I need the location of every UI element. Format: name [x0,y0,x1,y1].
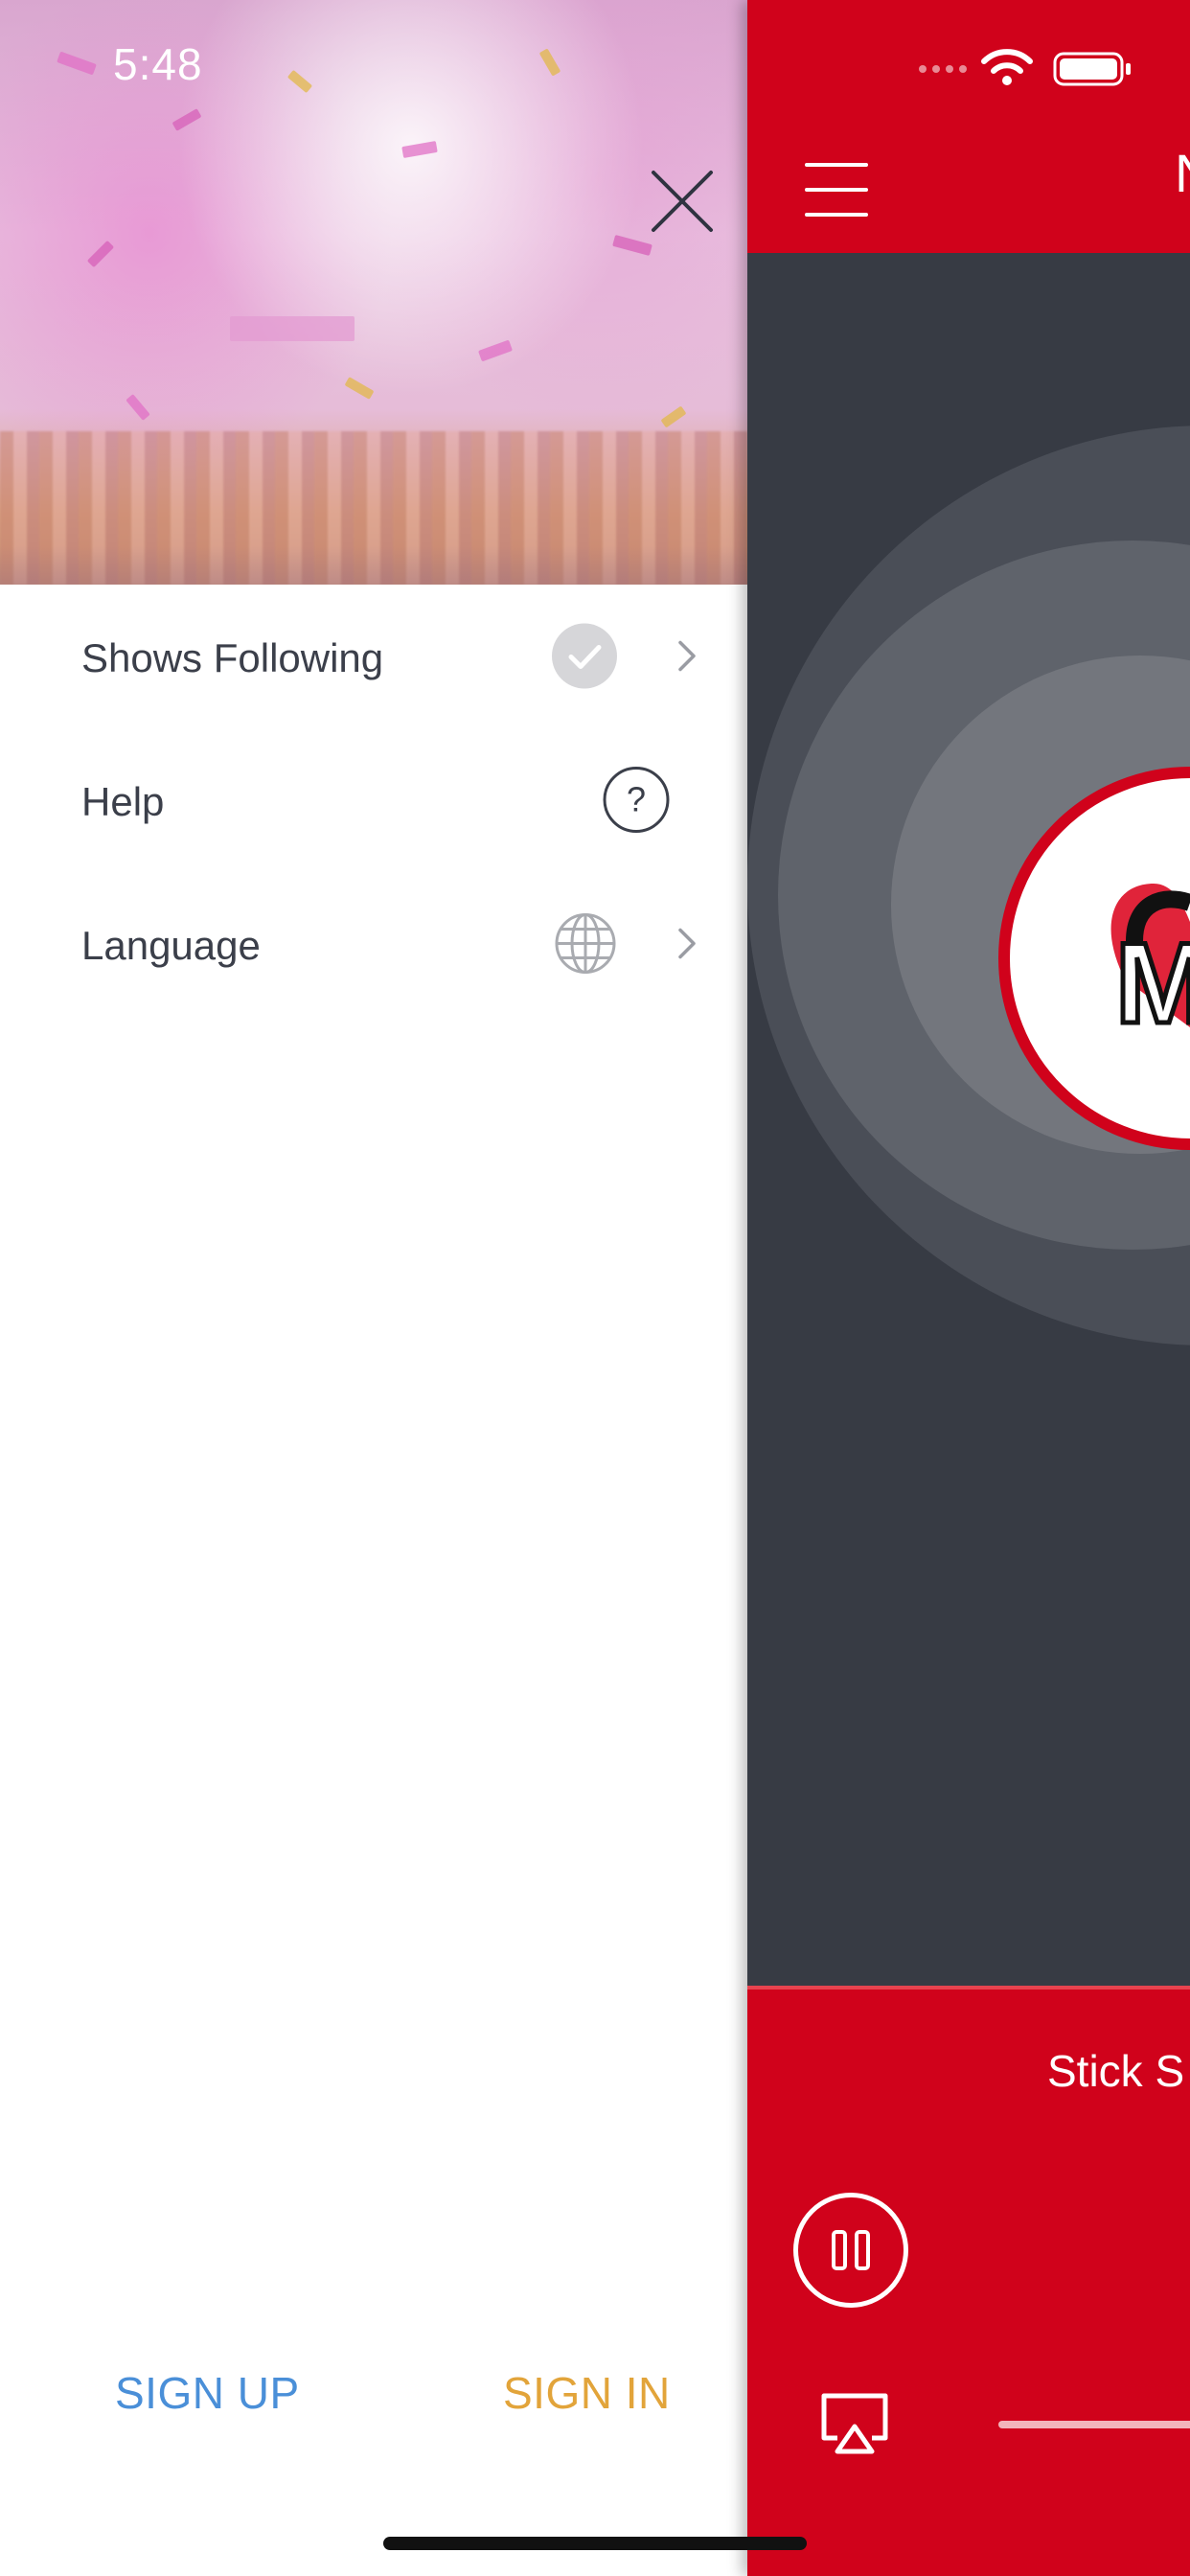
check-circle-icon [550,622,619,696]
drawer-header-image [0,0,747,585]
pause-button[interactable] [793,2193,908,2308]
svg-text:?: ? [627,780,646,819]
status-time: 5:48 [113,39,203,89]
status-icons [915,46,1164,93]
pause-icon [832,2230,870,2270]
menu-item-label: Help [81,779,165,824]
now-playing-title: Stick S [1047,2046,1185,2096]
sign-in-button[interactable]: SIGN IN [503,2367,671,2419]
side-drawer: 5:48 Shows Following Help ? Language SIG… [0,0,747,2576]
menu-item-help[interactable]: Help ? [0,730,747,874]
sign-up-button[interactable]: SIGN UP [115,2367,300,2419]
auth-actions: SIGN UP SIGN IN [0,2367,747,2444]
close-icon[interactable] [644,163,721,240]
station-title: N [1175,142,1190,204]
home-indicator [383,2537,807,2550]
question-circle-icon: ? [602,766,671,840]
globe-icon [554,912,617,980]
menu-item-label: Language [81,923,261,968]
drawer-menu: Shows Following Help ? Language [0,586,747,1018]
menu-icon[interactable] [805,163,868,217]
volume-slider[interactable] [998,2421,1190,2428]
menu-item-label: Shows Following [81,635,384,680]
main-player-screen: N M Stick S [747,0,1190,2576]
now-playing-bar: Stick S [747,1986,1190,2576]
logo-text: M [1115,919,1190,1047]
airplay-icon[interactable] [816,2390,893,2462]
chevron-right-icon [675,637,699,680]
top-app-bar: N [747,0,1190,253]
chevron-right-icon [675,925,699,968]
menu-item-shows-following[interactable]: Shows Following [0,586,747,730]
station-logo: M [998,767,1190,1150]
menu-item-language[interactable]: Language [0,874,747,1018]
